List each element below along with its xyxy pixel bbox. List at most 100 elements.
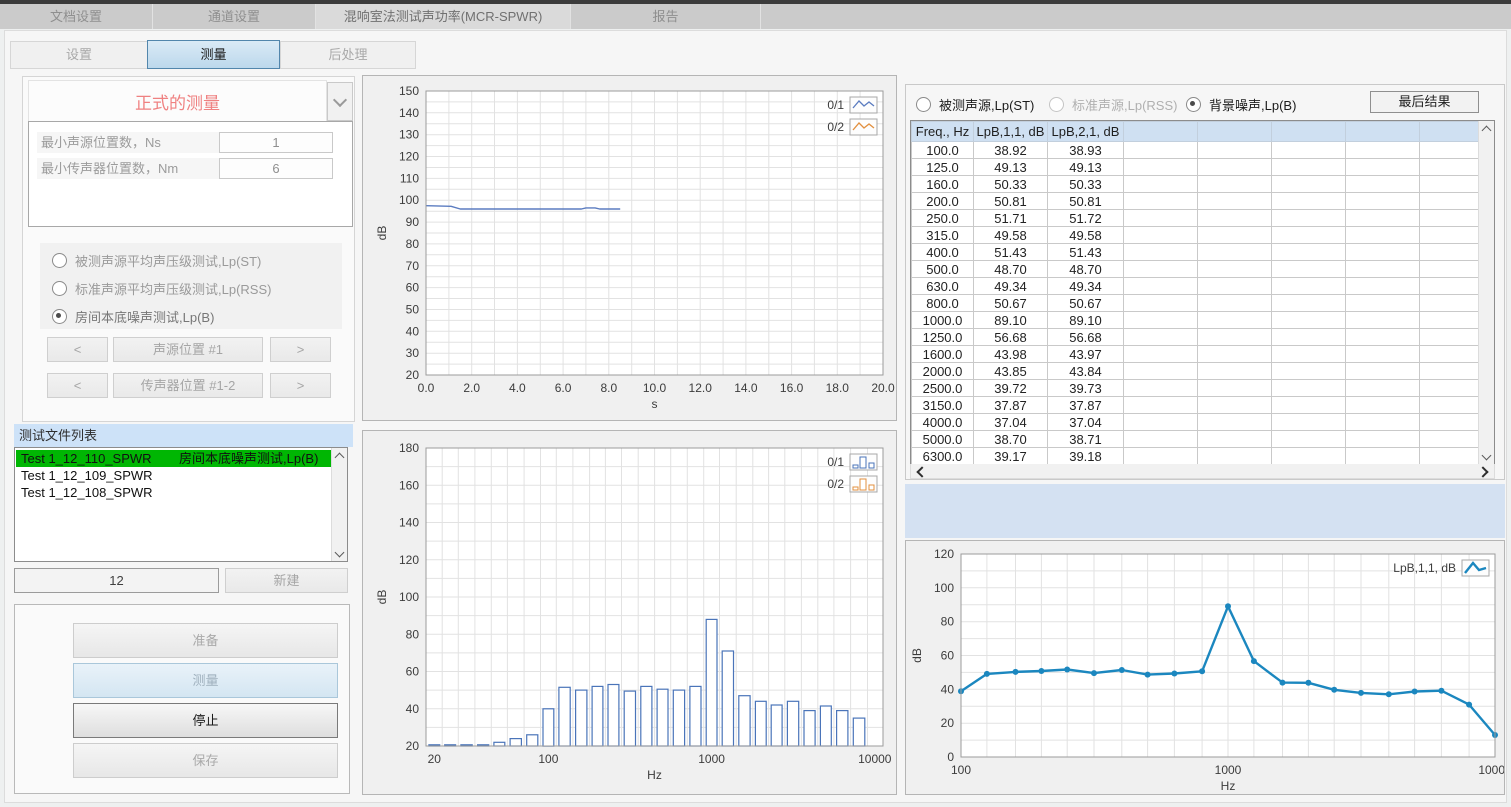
table-cell[interactable]: 49.58 [974, 227, 1048, 244]
tab-report[interactable]: 报告 [571, 4, 761, 29]
table-cell[interactable] [1346, 210, 1420, 227]
table-cell[interactable] [1124, 329, 1198, 346]
table-row[interactable]: 800.050.6750.67 [912, 295, 1480, 312]
table-cell[interactable]: 800.0 [912, 295, 974, 312]
table-cell[interactable]: 2000.0 [912, 363, 974, 380]
table-vertical-scrollbar[interactable] [1478, 121, 1494, 464]
table-cell[interactable]: 5000.0 [912, 431, 974, 448]
radio-result-lpst[interactable]: 被测声源,Lp(ST) [916, 95, 1034, 114]
table-cell[interactable] [1346, 346, 1420, 363]
table-cell[interactable] [1124, 227, 1198, 244]
test-count-button[interactable]: 12 [14, 568, 219, 593]
table-cell[interactable] [1346, 176, 1420, 193]
table-cell[interactable]: 56.68 [1048, 329, 1124, 346]
table-cell[interactable] [1346, 159, 1420, 176]
table-cell[interactable] [1124, 431, 1198, 448]
tab-mcr-spwr[interactable]: 混响室法测试声功率(MCR-SPWR) [316, 4, 571, 29]
subtab-postprocess[interactable]: 后处理 [280, 41, 416, 69]
table-cell[interactable] [1420, 210, 1480, 227]
table-cell[interactable]: 500.0 [912, 261, 974, 278]
table-cell[interactable] [1124, 176, 1198, 193]
table-cell[interactable] [1198, 448, 1272, 465]
list-item[interactable]: Test 1_12_108_SPWR [16, 484, 331, 501]
source-position-next-button[interactable]: > [270, 337, 331, 362]
table-cell[interactable] [1272, 176, 1346, 193]
table-cell[interactable] [1198, 193, 1272, 210]
table-cell[interactable] [1420, 278, 1480, 295]
table-cell[interactable] [1346, 278, 1420, 295]
table-cell[interactable]: 50.33 [974, 176, 1048, 193]
table-cell[interactable] [1124, 397, 1198, 414]
table-cell[interactable]: 51.71 [974, 210, 1048, 227]
table-cell[interactable]: 400.0 [912, 244, 974, 261]
table-cell[interactable] [1346, 295, 1420, 312]
scroll-right-icon[interactable] [1477, 464, 1492, 479]
table-cell[interactable]: 38.93 [1048, 142, 1124, 159]
table-cell[interactable] [1346, 142, 1420, 159]
table-cell[interactable] [1420, 142, 1480, 159]
radio-result-lprss[interactable]: 标准声源,Lp(RSS) [1049, 95, 1177, 114]
table-cell[interactable] [1346, 329, 1420, 346]
table-cell[interactable] [1272, 363, 1346, 380]
source-position-prev-button[interactable]: < [47, 337, 108, 362]
table-cell[interactable]: 125.0 [912, 159, 974, 176]
table-row[interactable]: 315.049.5849.58 [912, 227, 1480, 244]
table-cell[interactable]: 37.87 [1048, 397, 1124, 414]
table-cell[interactable]: 39.18 [1048, 448, 1124, 465]
table-row[interactable]: 160.050.3350.33 [912, 176, 1480, 193]
table-cell[interactable] [1346, 244, 1420, 261]
table-row[interactable]: 1000.089.1089.10 [912, 312, 1480, 329]
table-cell[interactable] [1272, 295, 1346, 312]
table-cell[interactable] [1124, 414, 1198, 431]
table-cell[interactable] [1272, 210, 1346, 227]
table-cell[interactable] [1420, 312, 1480, 329]
table-cell[interactable]: 50.81 [1048, 193, 1124, 210]
table-cell[interactable]: 49.58 [1048, 227, 1124, 244]
table-cell[interactable] [1124, 278, 1198, 295]
table-cell[interactable] [1272, 227, 1346, 244]
final-result-button[interactable]: 最后结果 [1370, 91, 1479, 113]
table-cell[interactable]: 89.10 [974, 312, 1048, 329]
table-row[interactable]: 2500.039.7239.73 [912, 380, 1480, 397]
table-cell[interactable] [1124, 210, 1198, 227]
table-cell[interactable] [1346, 261, 1420, 278]
radio-source-avg-test[interactable]: 被测声源平均声压级测试,Lp(ST) [52, 251, 261, 270]
tab-channel-settings[interactable]: 通道设置 [153, 4, 316, 29]
table-cell[interactable]: 6300.0 [912, 448, 974, 465]
table-cell[interactable] [1420, 414, 1480, 431]
table-cell[interactable] [1272, 448, 1346, 465]
list-item[interactable]: Test 1_12_109_SPWR [16, 467, 331, 484]
table-cell[interactable] [1420, 193, 1480, 210]
table-cell[interactable] [1272, 431, 1346, 448]
table-row[interactable]: 630.049.3449.34 [912, 278, 1480, 295]
table-cell[interactable] [1346, 414, 1420, 431]
table-cell[interactable] [1346, 431, 1420, 448]
table-cell[interactable] [1198, 329, 1272, 346]
table-cell[interactable] [1420, 329, 1480, 346]
table-row[interactable]: 1250.056.6856.68 [912, 329, 1480, 346]
new-test-button[interactable]: 新建 [225, 568, 348, 593]
table-row[interactable]: 500.048.7048.70 [912, 261, 1480, 278]
table-cell[interactable] [1124, 380, 1198, 397]
mic-position-prev-button[interactable]: < [47, 373, 108, 398]
table-cell[interactable] [1198, 397, 1272, 414]
table-cell[interactable] [1198, 142, 1272, 159]
subtab-measure[interactable]: 测量 [147, 40, 280, 69]
table-cell[interactable] [1420, 295, 1480, 312]
table-cell[interactable]: 43.98 [974, 346, 1048, 363]
table-cell[interactable] [1420, 363, 1480, 380]
table-cell[interactable] [1124, 244, 1198, 261]
table-cell[interactable] [1198, 227, 1272, 244]
table-cell[interactable] [1346, 448, 1420, 465]
table-cell[interactable]: 51.43 [974, 244, 1048, 261]
table-cell[interactable] [1272, 278, 1346, 295]
table-cell[interactable]: 315.0 [912, 227, 974, 244]
table-cell[interactable]: 38.71 [1048, 431, 1124, 448]
table-cell[interactable] [1198, 380, 1272, 397]
mic-position-button[interactable]: 传声器位置 #1-2 [113, 373, 263, 398]
table-cell[interactable] [1420, 176, 1480, 193]
table-cell[interactable] [1198, 244, 1272, 261]
list-item[interactable]: Test 1_12_110_SPWR房间本底噪声测试,Lp(B) [16, 450, 331, 467]
table-cell[interactable] [1420, 397, 1480, 414]
table-cell[interactable] [1346, 363, 1420, 380]
